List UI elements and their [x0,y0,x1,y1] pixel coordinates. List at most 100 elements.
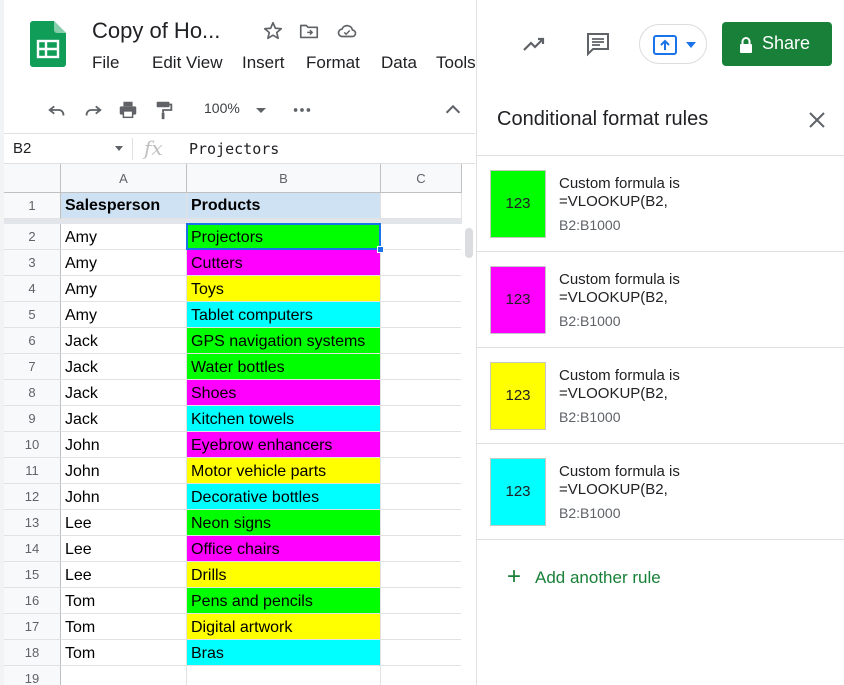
salesperson-cell[interactable] [61,666,187,685]
row-header[interactable]: 7 [4,354,61,380]
name-box-dropdown-icon[interactable] [115,146,123,151]
undo-icon[interactable] [46,99,68,121]
salesperson-cell[interactable]: Lee [61,562,187,588]
menu-view[interactable]: View [186,53,223,73]
product-cell[interactable]: Kitchen towels [187,406,381,432]
formula-input[interactable]: Projectors [189,140,279,158]
fill-handle[interactable] [377,246,384,253]
row-header[interactable]: 19 [4,666,61,685]
salesperson-cell[interactable]: Lee [61,536,187,562]
menu-tools[interactable]: Tools [436,53,476,73]
redo-icon[interactable] [82,99,104,121]
scrollbar-thumb[interactable] [465,228,473,258]
share-button[interactable]: Share [722,22,832,66]
row-header[interactable]: 10 [4,432,61,458]
activity-trend-icon[interactable] [521,31,547,57]
close-icon[interactable] [807,110,827,130]
comment-history-icon[interactable] [585,31,611,57]
row-header[interactable]: 13 [4,510,61,536]
grid-cell[interactable] [381,640,462,666]
zoom-select[interactable]: 100% [204,100,240,116]
column-header-a[interactable]: A [61,164,187,193]
column-header-c[interactable]: C [381,164,462,193]
salesperson-cell[interactable]: Jack [61,380,187,406]
cloud-saved-icon[interactable] [336,20,358,42]
paint-format-icon[interactable] [153,99,175,121]
grid-cell[interactable] [381,193,462,219]
row-header[interactable]: 17 [4,614,61,640]
grid-cell[interactable] [381,588,462,614]
product-cell[interactable]: Drills [187,562,381,588]
collapse-menus-icon[interactable] [442,99,464,121]
menu-format[interactable]: Format [306,53,360,73]
grid-cell[interactable] [381,614,462,640]
product-cell[interactable]: Water bottles [187,354,381,380]
grid-cell[interactable] [381,224,462,250]
row-header[interactable]: 15 [4,562,61,588]
header-cell-salesperson[interactable]: Salesperson [61,193,187,219]
row-header[interactable]: 1 [4,193,61,219]
product-cell[interactable]: Pens and pencils [187,588,381,614]
sheets-logo-icon[interactable] [30,21,66,67]
grid-cell[interactable] [381,458,462,484]
grid-cell[interactable] [381,354,462,380]
grid-cell[interactable] [381,562,462,588]
menu-data[interactable]: Data [381,53,417,73]
salesperson-cell[interactable]: Tom [61,588,187,614]
product-cell[interactable]: Motor vehicle parts [187,458,381,484]
salesperson-cell[interactable]: Amy [61,302,187,328]
product-cell[interactable]: GPS navigation systems [187,328,381,354]
grid-cell[interactable] [381,666,462,685]
menu-file[interactable]: File [92,53,119,73]
row-header[interactable]: 18 [4,640,61,666]
spreadsheet-grid[interactable]: A B C 1 Salesperson Products 2 Amy Projectors… [4,164,475,685]
grid-cell[interactable] [381,380,462,406]
salesperson-cell[interactable]: Jack [61,406,187,432]
name-box[interactable]: B2 [13,140,31,157]
row-header[interactable]: 11 [4,458,61,484]
menu-edit[interactable]: Edit [152,53,181,73]
row-header[interactable]: 16 [4,588,61,614]
salesperson-cell[interactable]: John [61,484,187,510]
product-cell[interactable] [187,666,381,685]
product-cell[interactable]: Toys [187,276,381,302]
product-cell[interactable]: Cutters [187,250,381,276]
row-header[interactable]: 8 [4,380,61,406]
grid-cell[interactable] [381,536,462,562]
star-icon[interactable] [262,20,284,42]
salesperson-cell[interactable]: Amy [61,250,187,276]
vertical-scrollbar[interactable] [461,224,475,685]
salesperson-cell[interactable]: John [61,432,187,458]
column-header-b[interactable]: B [187,164,381,193]
product-cell[interactable]: Bras [187,640,381,666]
product-cell[interactable]: Eyebrow enhancers [187,432,381,458]
grid-cell[interactable] [381,328,462,354]
salesperson-cell[interactable]: Tom [61,640,187,666]
row-header[interactable]: 2 [4,224,61,250]
salesperson-cell[interactable]: Jack [61,354,187,380]
product-cell[interactable]: Projectors [187,224,381,250]
present-button[interactable] [639,24,707,64]
conditional-format-rule[interactable]: 123 Custom formula is =VLOOKUP(B2, B2:B1000 [477,156,844,252]
zoom-dropdown-icon[interactable] [254,103,268,117]
grid-cell[interactable] [381,406,462,432]
more-options-icon[interactable] [291,99,313,121]
frozen-row-divider[interactable] [4,219,462,224]
menu-insert[interactable]: Insert [242,53,285,73]
conditional-format-rule[interactable]: 123 Custom formula is =VLOOKUP(B2, B2:B1000 [477,348,844,444]
header-cell-products[interactable]: Products [187,193,381,219]
grid-cell[interactable] [381,432,462,458]
grid-cell[interactable] [381,510,462,536]
conditional-format-rule[interactable]: 123 Custom formula is =VLOOKUP(B2, B2:B1000 [477,252,844,348]
product-cell[interactable]: Office chairs [187,536,381,562]
row-header[interactable]: 4 [4,276,61,302]
product-cell[interactable]: Neon signs [187,510,381,536]
row-header[interactable]: 6 [4,328,61,354]
grid-cell[interactable] [381,250,462,276]
grid-cell[interactable] [381,302,462,328]
salesperson-cell[interactable]: Lee [61,510,187,536]
product-cell[interactable]: Decorative bottles [187,484,381,510]
row-header[interactable]: 3 [4,250,61,276]
conditional-format-rule[interactable]: 123 Custom formula is =VLOOKUP(B2, B2:B1000 [477,444,844,540]
row-header[interactable]: 12 [4,484,61,510]
